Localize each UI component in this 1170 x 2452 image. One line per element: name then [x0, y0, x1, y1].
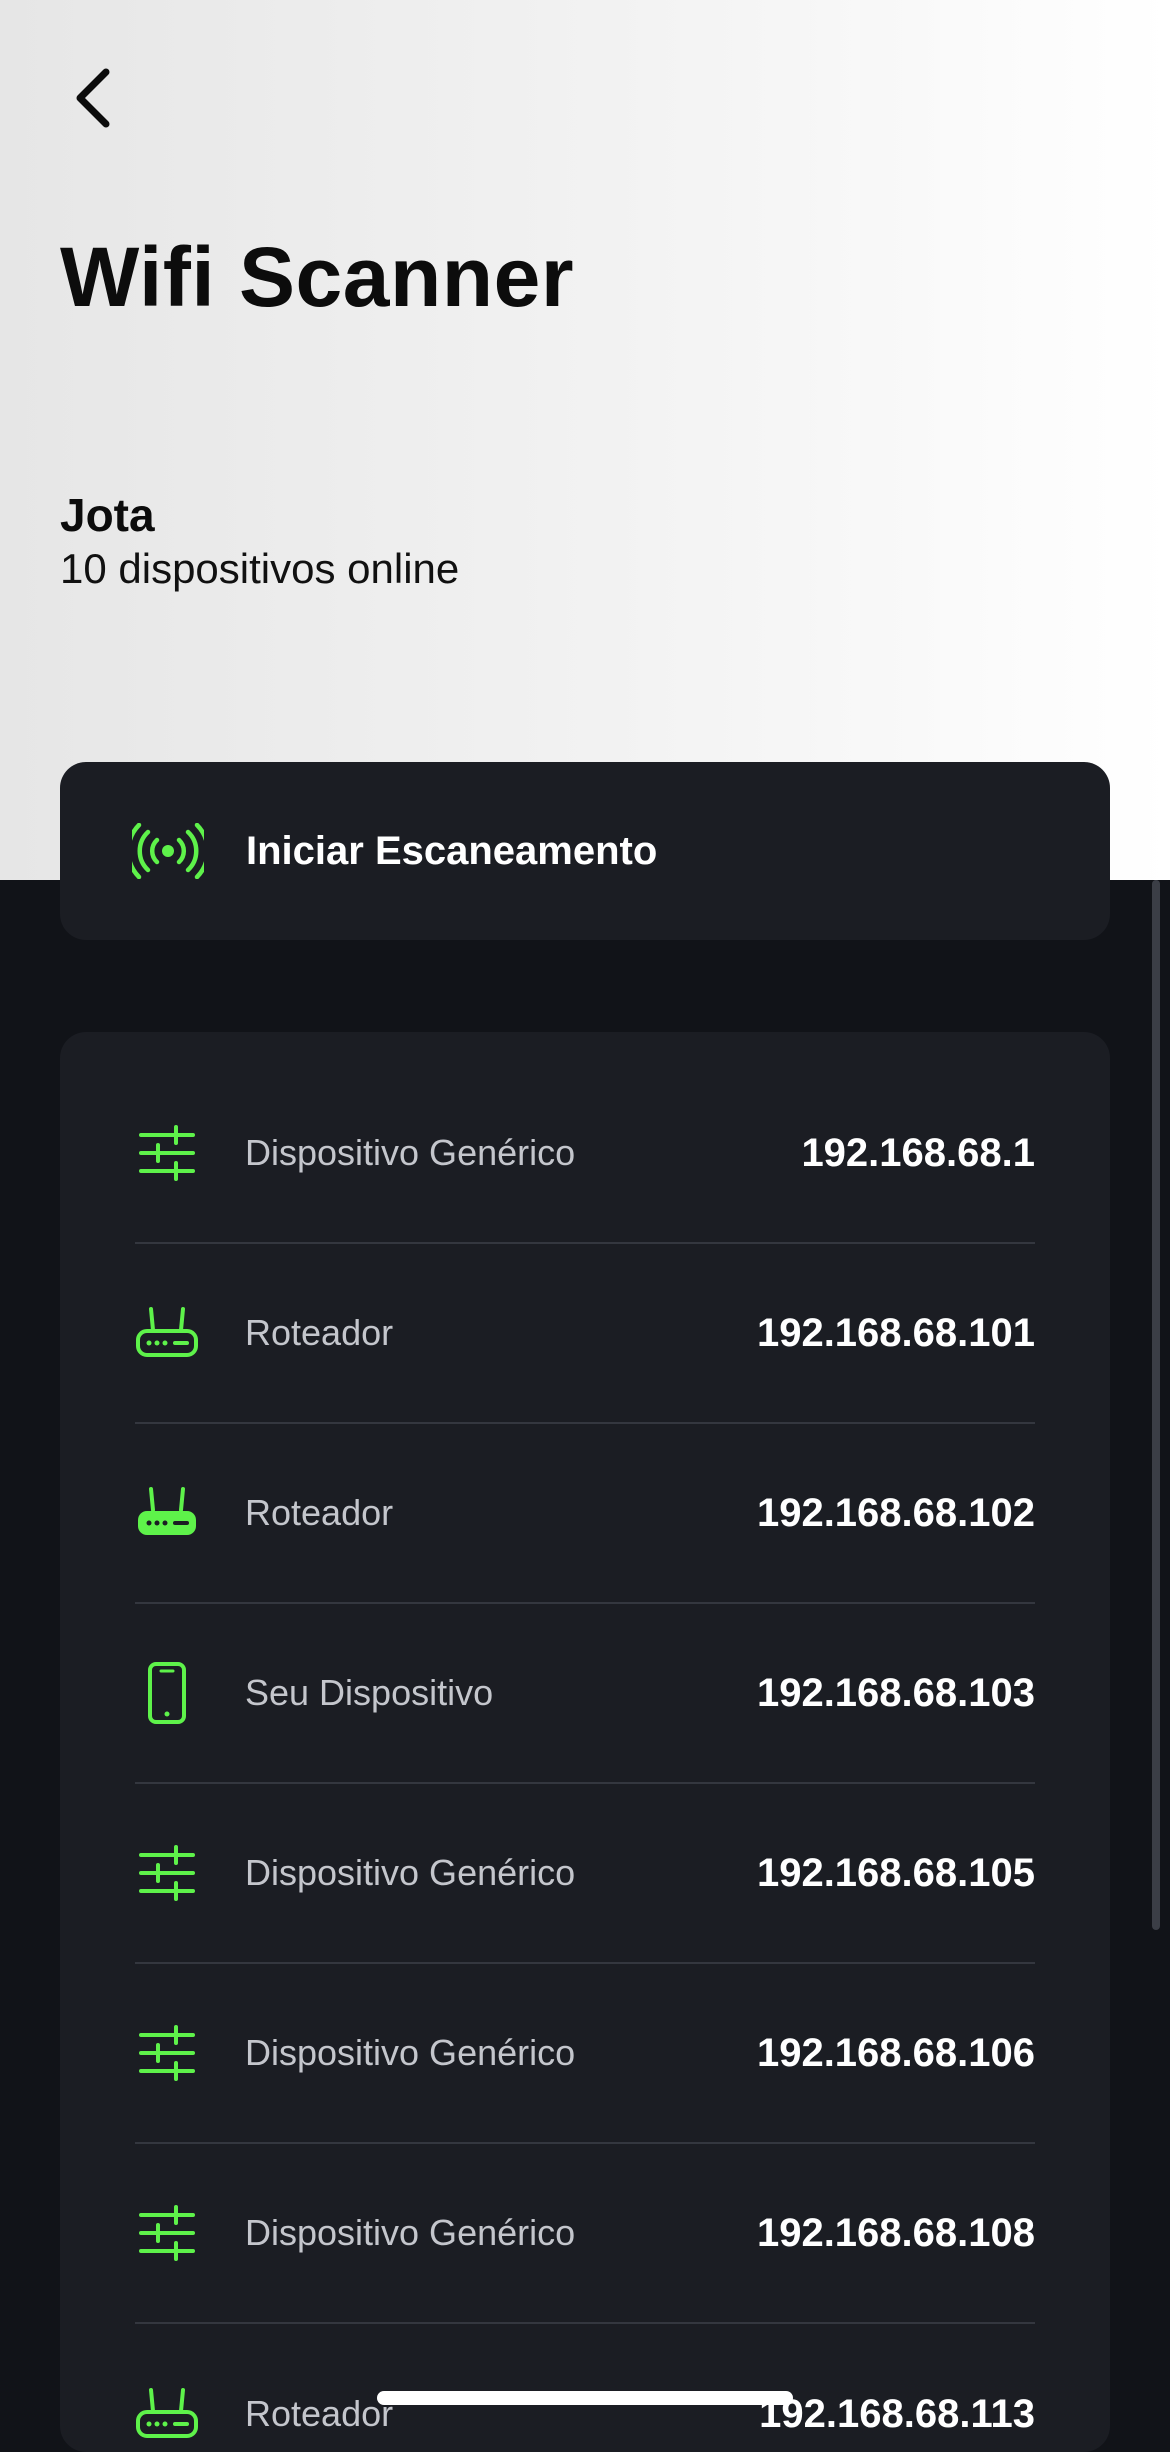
router-icon	[135, 1301, 199, 1365]
device-row[interactable]: Dispositivo Genérico 192.168.68.108	[135, 2144, 1035, 2324]
device-row[interactable]: Roteador 192.168.68.102	[135, 1424, 1035, 1604]
device-ip: 192.168.68.102	[756, 1490, 1035, 1535]
start-scan-label: Iniciar Escaneamento	[246, 828, 658, 873]
device-row[interactable]: Roteador 192.168.68.101	[135, 1244, 1035, 1424]
device-ip: 192.168.68.105	[756, 1850, 1035, 1895]
device-type: Dispositivo Genérico	[245, 1852, 576, 1893]
device-row[interactable]: Seu Dispositivo 192.168.68.103	[135, 1604, 1035, 1784]
device-ip: 192.168.68.1	[801, 1130, 1035, 1175]
wifi-broadcast-icon	[132, 815, 204, 887]
device-type: Dispositivo Genérico	[245, 2032, 576, 2073]
device-ip: 192.168.68.101	[756, 1310, 1035, 1355]
device-row[interactable]: Roteador 192.168.68.113	[135, 2324, 1035, 2452]
device-type: Dispositivo Genérico	[245, 2212, 576, 2253]
device-count: 10 dispositivos online	[60, 545, 460, 592]
device-ip: 192.168.68.103	[756, 1670, 1035, 1715]
chevron-left-icon	[76, 68, 110, 128]
sliders-icon	[135, 2021, 199, 2085]
network-name: Jota	[60, 489, 155, 541]
device-type: Roteador	[245, 1312, 394, 1353]
device-list: Dispositivo Genérico 192.168.68.1 Rotead…	[60, 1032, 1110, 2452]
device-ip: 192.168.68.108	[756, 2210, 1035, 2255]
smartphone-icon	[135, 1661, 199, 1725]
device-ip: 192.168.68.106	[756, 2030, 1035, 2075]
device-row[interactable]: Dispositivo Genérico 192.168.68.105	[135, 1784, 1035, 1964]
sliders-icon	[135, 1841, 199, 1905]
device-type: Seu Dispositivo	[245, 1672, 494, 1713]
device-type: Roteador	[245, 1492, 394, 1533]
scrollbar[interactable]	[1152, 880, 1160, 1930]
back-button[interactable]	[56, 62, 128, 134]
start-scan-button[interactable]: Iniciar Escaneamento	[60, 762, 1110, 940]
header-area	[0, 0, 1170, 880]
home-indicator[interactable]	[377, 2391, 793, 2405]
device-row[interactable]: Dispositivo Genérico 192.168.68.106	[135, 1964, 1035, 2144]
sliders-icon	[135, 2201, 199, 2265]
router-icon	[135, 2382, 199, 2446]
sliders-icon	[135, 1121, 199, 1185]
device-row[interactable]: Dispositivo Genérico 192.168.68.1	[135, 1064, 1035, 1244]
page-title: Wifi Scanner	[60, 230, 575, 324]
router-icon	[135, 1481, 199, 1545]
device-type: Dispositivo Genérico	[245, 1132, 576, 1173]
